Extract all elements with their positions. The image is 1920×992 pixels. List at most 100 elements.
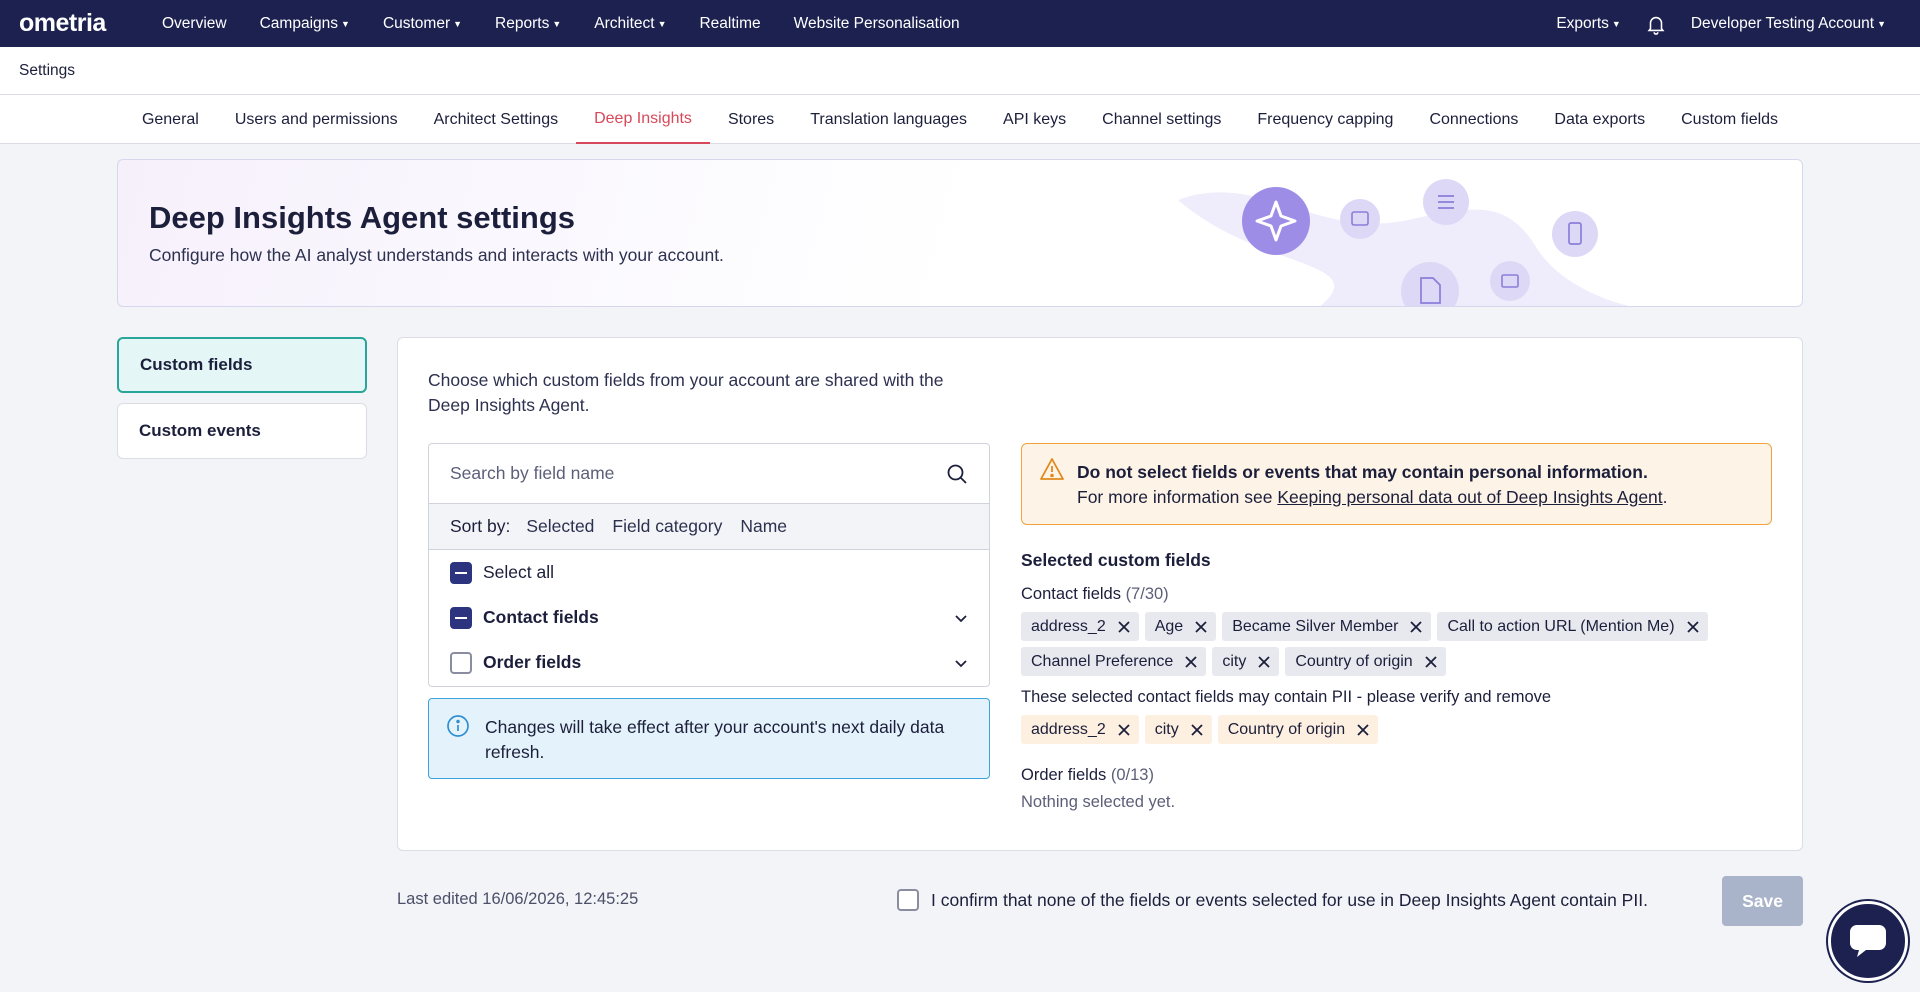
warning-suffix: . bbox=[1662, 487, 1668, 507]
pii-confirm-checkbox[interactable] bbox=[897, 889, 919, 911]
search-row bbox=[429, 444, 989, 504]
pii-field-chip: address_2 bbox=[1021, 715, 1139, 744]
nav-item-reports[interactable]: Reports ▼ bbox=[495, 15, 561, 33]
close-icon[interactable] bbox=[1255, 653, 1273, 671]
save-button[interactable]: Save bbox=[1722, 876, 1803, 926]
info-icon bbox=[447, 715, 469, 737]
pii-confirm-row[interactable]: I confirm that none of the fields or eve… bbox=[897, 889, 1648, 911]
tab-users-and-permissions[interactable]: Users and permissions bbox=[217, 95, 416, 144]
close-icon[interactable] bbox=[1422, 653, 1440, 671]
nav-item-label: Reports bbox=[495, 14, 550, 32]
sort-option-field-category[interactable]: Field category bbox=[612, 516, 722, 537]
account-menu[interactable]: Developer Testing Account ▼ bbox=[1691, 15, 1886, 33]
account-name: Developer Testing Account bbox=[1690, 14, 1875, 32]
bell-icon[interactable] bbox=[1645, 13, 1667, 35]
tab-api-keys[interactable]: API keys bbox=[985, 95, 1084, 144]
sort-option-name[interactable]: Name bbox=[740, 516, 787, 537]
category-row-order-fields[interactable]: Order fields bbox=[429, 640, 989, 685]
nav-item-website-personalisation[interactable]: Website Personalisation bbox=[794, 15, 960, 33]
tab-frequency-capping[interactable]: Frequency capping bbox=[1239, 95, 1411, 144]
contact-fields-checkbox[interactable] bbox=[450, 606, 472, 629]
field-picker: Sort by: Selected Field category Name Se… bbox=[428, 443, 990, 687]
chip-label: Age bbox=[1154, 617, 1184, 635]
contact-count: (7/30) bbox=[1125, 585, 1169, 603]
contact-label: Contact fields bbox=[1021, 585, 1121, 603]
contact-fields-heading: Contact fields (7/30) bbox=[1021, 585, 1781, 604]
sort-option-selected[interactable]: Selected bbox=[526, 516, 594, 537]
chip-label: Country of origin bbox=[1227, 720, 1346, 738]
tab-custom-fields[interactable]: Custom fields bbox=[1663, 95, 1796, 144]
field-chip: address_2 bbox=[1021, 612, 1139, 641]
chat-launcher[interactable] bbox=[1828, 901, 1908, 981]
chat-icon bbox=[1850, 925, 1886, 957]
search-input[interactable] bbox=[450, 463, 930, 484]
tab-general[interactable]: General bbox=[124, 95, 217, 144]
field-chip: Call to action URL (Mention Me) bbox=[1437, 612, 1708, 641]
last-edited: Last edited 16/06/2026, 12:45:25 bbox=[397, 890, 639, 908]
chip-label: Country of origin bbox=[1295, 652, 1413, 670]
page-title: Settings bbox=[19, 61, 76, 79]
caret-down-icon: ▼ bbox=[1611, 18, 1621, 29]
nav-item-customer[interactable]: Customer ▼ bbox=[383, 15, 462, 33]
pii-help-link[interactable]: Keeping personal data out of Deep Insigh… bbox=[1277, 487, 1662, 507]
nav-item-architect[interactable]: Architect ▼ bbox=[594, 15, 666, 33]
nav-item-overview[interactable]: Overview bbox=[162, 15, 227, 33]
close-icon[interactable] bbox=[1684, 618, 1702, 636]
caret-down-icon: ▼ bbox=[1877, 18, 1886, 29]
close-icon[interactable] bbox=[1115, 618, 1133, 636]
hero-illustration bbox=[1178, 179, 1630, 306]
search-icon[interactable] bbox=[945, 462, 969, 486]
nav-item-label: Website Personalisation bbox=[793, 14, 960, 32]
side-menu-custom-events[interactable]: Custom events bbox=[117, 403, 367, 459]
tab-stores[interactable]: Stores bbox=[710, 95, 792, 144]
settings-tabs: General Users and permissions Architect … bbox=[0, 95, 1920, 144]
category-row-contact-fields[interactable]: Contact fields bbox=[429, 595, 989, 640]
chip-label: Call to action URL (Mention Me) bbox=[1447, 617, 1675, 635]
select-all-checkbox[interactable] bbox=[450, 561, 472, 584]
ometria-logo[interactable]: ometria bbox=[19, 9, 129, 38]
chevron-down-icon[interactable] bbox=[953, 655, 969, 671]
side-menu-custom-fields[interactable]: Custom fields bbox=[117, 337, 367, 393]
nav-item-label: Exports bbox=[1556, 14, 1609, 32]
nav-item-exports[interactable]: Exports ▼ bbox=[1556, 15, 1620, 33]
order-fields-checkbox[interactable] bbox=[450, 651, 472, 674]
tab-channel-settings[interactable]: Channel settings bbox=[1084, 95, 1239, 144]
order-label: Order fields bbox=[1021, 766, 1107, 784]
chip-label: city bbox=[1222, 652, 1247, 670]
sort-row: Sort by: Selected Field category Name bbox=[429, 504, 989, 550]
chevron-down-icon[interactable] bbox=[953, 610, 969, 626]
side-menu: Custom fields Custom events bbox=[117, 337, 367, 469]
field-chip: Country of origin bbox=[1285, 647, 1446, 676]
category-label: Order fields bbox=[483, 652, 582, 672]
select-all-row[interactable]: Select all bbox=[429, 550, 989, 595]
tab-deep-insights[interactable]: Deep Insights bbox=[576, 95, 710, 144]
order-fields-heading: Order fields (0/13) bbox=[1021, 766, 1781, 785]
close-icon[interactable] bbox=[1192, 618, 1210, 636]
pii-chip-list: address_2 city Country of origin bbox=[1021, 715, 1781, 744]
custom-fields-panel: Choose which custom fields from your acc… bbox=[397, 337, 1803, 851]
nav-right: Exports ▼ Developer Testing Account ▼ bbox=[1532, 13, 1886, 35]
nav-item-realtime[interactable]: Realtime bbox=[699, 15, 760, 33]
field-chip: Became Silver Member bbox=[1222, 612, 1432, 641]
select-all-label: Select all bbox=[483, 562, 555, 582]
close-icon[interactable] bbox=[1407, 618, 1425, 636]
order-count: (0/13) bbox=[1110, 766, 1154, 784]
tab-architect-settings[interactable]: Architect Settings bbox=[416, 95, 577, 144]
close-icon[interactable] bbox=[1188, 721, 1206, 739]
caret-down-icon: ▼ bbox=[657, 18, 667, 29]
tab-data-exports[interactable]: Data exports bbox=[1536, 95, 1663, 144]
info-message: Changes will take effect after your acco… bbox=[485, 717, 945, 762]
close-icon[interactable] bbox=[1354, 721, 1372, 739]
field-chip: city bbox=[1212, 647, 1280, 676]
chip-label: Became Silver Member bbox=[1232, 617, 1399, 635]
pii-warning: Do not select fields or events that may … bbox=[1021, 443, 1772, 525]
pii-field-chip: Country of origin bbox=[1217, 715, 1379, 744]
close-icon[interactable] bbox=[1182, 653, 1200, 671]
nav-item-campaigns[interactable]: Campaigns ▼ bbox=[260, 15, 350, 33]
close-icon[interactable] bbox=[1115, 721, 1133, 739]
tab-translation-languages[interactable]: Translation languages bbox=[792, 95, 985, 144]
chip-label: address_2 bbox=[1031, 617, 1106, 635]
nav-item-label: Realtime bbox=[699, 14, 761, 32]
tab-connections[interactable]: Connections bbox=[1411, 95, 1536, 144]
warning-text: For more information see bbox=[1077, 487, 1278, 507]
